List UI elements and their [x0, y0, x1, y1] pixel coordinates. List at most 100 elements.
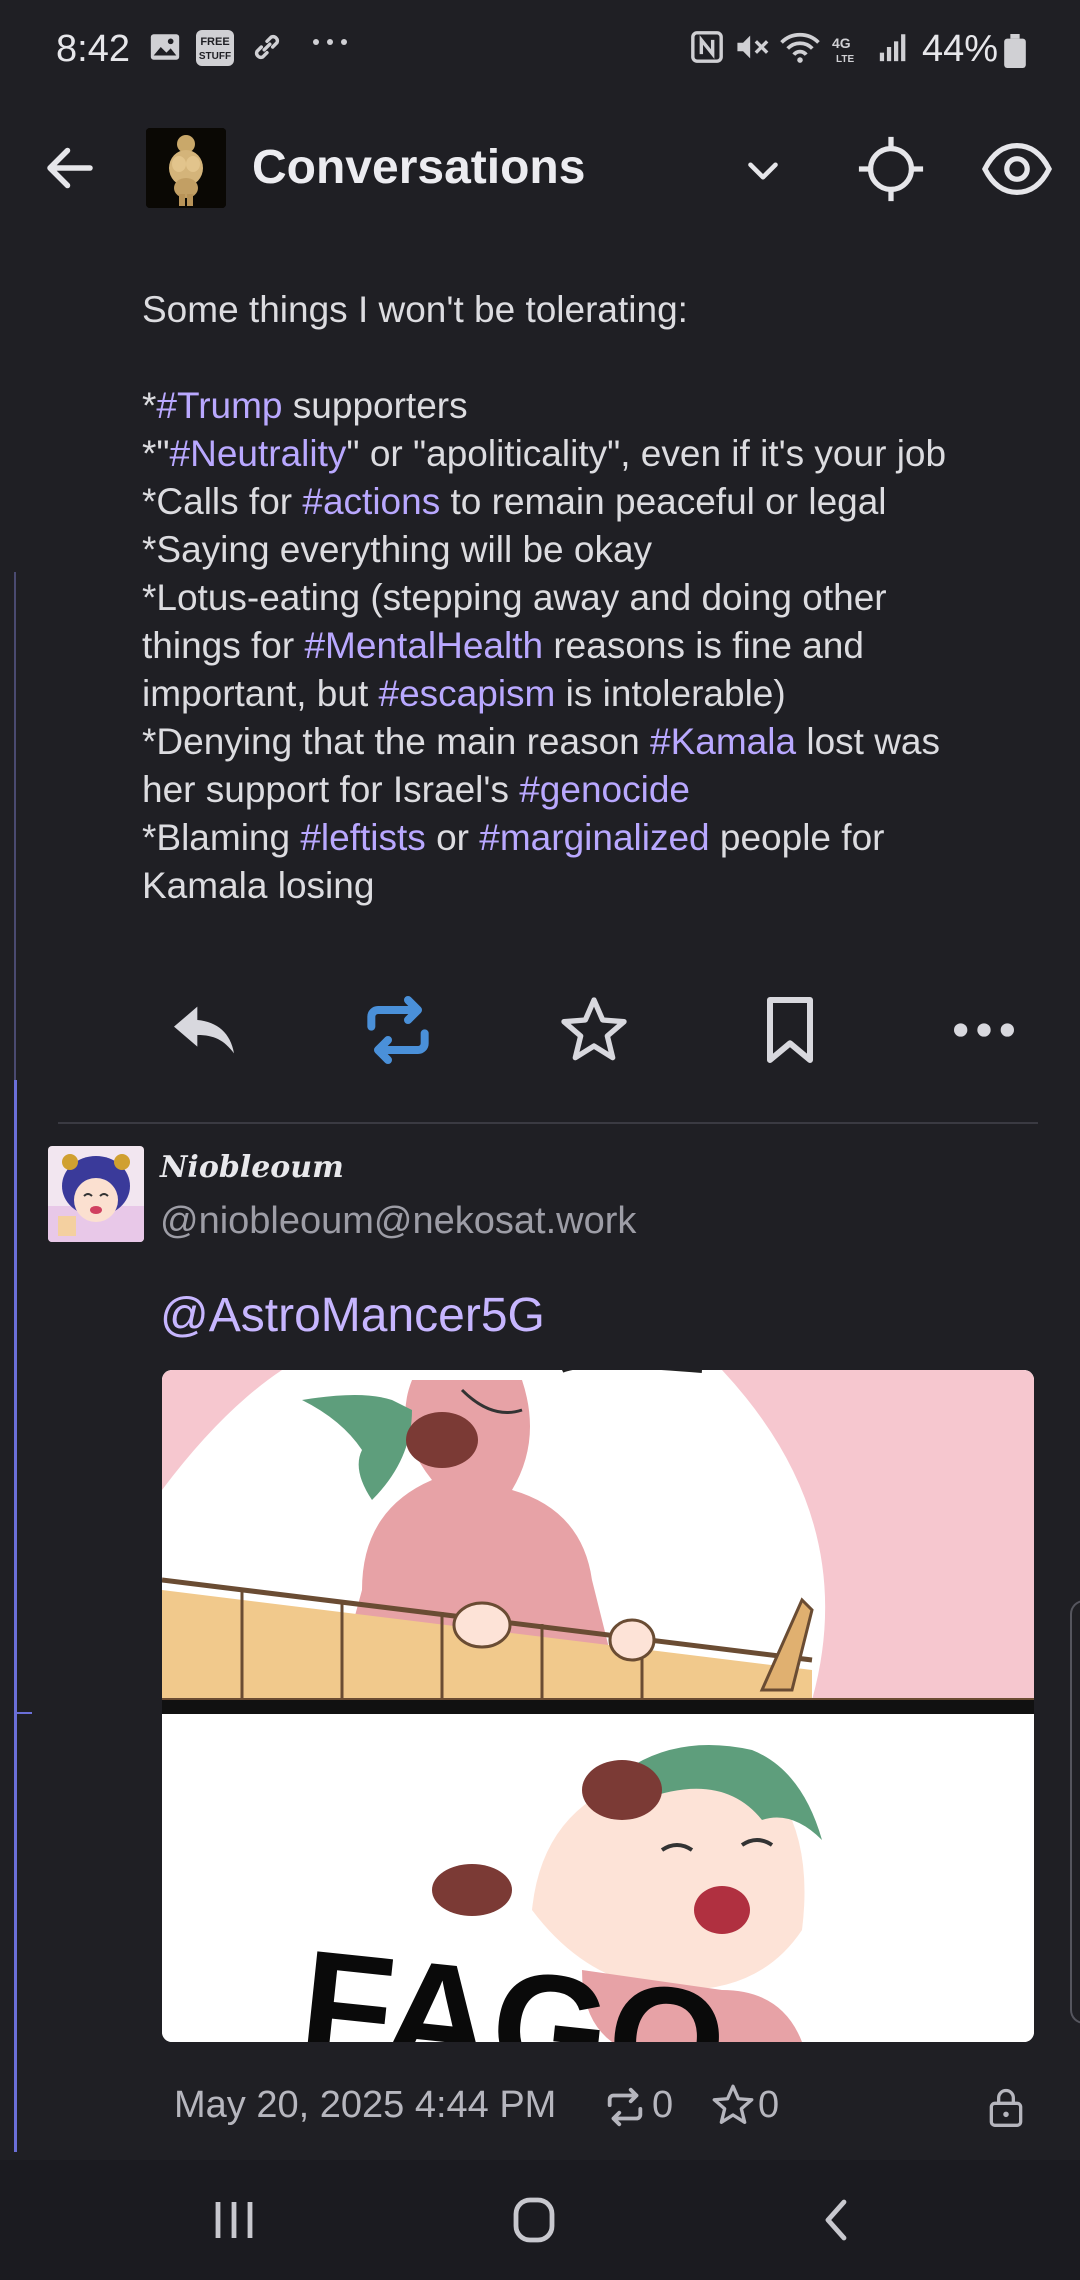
bookmark-button[interactable] [750, 990, 830, 1070]
boost-button[interactable] [358, 990, 438, 1070]
battery-percent: 44% [922, 28, 999, 70]
bookmark-icon [767, 997, 813, 1063]
favourite-button[interactable] [554, 990, 634, 1070]
favourite-star-icon [561, 997, 627, 1061]
eye-icon [981, 143, 1053, 195]
post-text: lost was [796, 721, 940, 762]
recent-apps-button[interactable] [194, 2190, 274, 2250]
crosshair-icon [858, 136, 924, 202]
favourite-count-icon [708, 2080, 758, 2135]
home-button[interactable] [494, 2190, 574, 2250]
nav-back-icon [825, 2199, 847, 2241]
reply-button[interactable] [164, 990, 244, 1070]
signal-icon [876, 30, 912, 73]
post-text: *Calls for [142, 481, 303, 522]
battery-icon [1004, 34, 1026, 77]
more-dots-icon [310, 22, 350, 61]
hashtag-link[interactable]: #marginalized [479, 817, 709, 858]
post-text: * [142, 385, 157, 426]
status-bar: 8:42 FREE STUFF 4G LTE 44% [0, 0, 1080, 100]
conversation-dropdown-button[interactable] [738, 146, 788, 196]
post-text: reasons is fine and [543, 625, 864, 666]
app-header: Conversations [0, 110, 1080, 230]
hashtag-link[interactable]: #escapism [379, 673, 556, 714]
post-divider [58, 1122, 1038, 1124]
post-line: *Blaming #leftists or #marginalized peop… [142, 814, 1042, 862]
reply-handle: @niobleoum@nekosat.work [160, 1200, 637, 1242]
free-stuff-icon: FREE STUFF [196, 30, 234, 75]
post-line: *Denying that the main reason #Kamala lo… [142, 718, 1042, 766]
visibility-lock [984, 2082, 1028, 2137]
post-text: *" [142, 433, 170, 474]
post-text: is intolerable) [555, 673, 786, 714]
4g-lte-icon: 4G LTE [830, 34, 864, 73]
hashtag-link[interactable]: #Neutrality [170, 433, 347, 474]
boost-count: 0 [652, 2084, 674, 2126]
post-action-bar [0, 980, 1080, 1080]
back-button[interactable] [40, 138, 110, 202]
hashtag-link[interactable]: #leftists [300, 817, 425, 858]
avatar[interactable] [48, 1146, 144, 1242]
visibility-button[interactable] [981, 134, 1062, 204]
thread-branch-marker [14, 1712, 32, 1714]
hashtag-link[interactable]: #actions [302, 481, 440, 522]
scroll-handle[interactable] [1070, 1600, 1080, 2024]
post-line: important, but #escapism is intolerable) [142, 670, 1042, 718]
post-text: *Blaming [142, 817, 301, 858]
post-text: *Denying that the main reason [142, 721, 651, 762]
post-line: *Calls for #actions to remain peaceful o… [142, 478, 1042, 526]
post-line: *#Trump supporters [142, 382, 1042, 430]
mute-icon [734, 30, 772, 73]
post-text: Kamala losing [142, 865, 375, 906]
post-date[interactable]: May 20, 2025 4:44 PM [174, 2084, 556, 2127]
system-nav-bar [0, 2160, 1080, 2280]
post-line: *Lotus-eating (stepping away and doing o… [142, 574, 1042, 622]
wifi-icon [780, 30, 820, 73]
post-line: Some things I won't be tolerating: [142, 286, 1042, 334]
reply-display-name[interactable]: Niobleoum [160, 1150, 344, 1185]
chevron-down-icon [748, 162, 778, 180]
thread-line [14, 1080, 17, 2152]
link-icon [250, 30, 284, 73]
hashtag-link[interactable]: #Trump [156, 385, 282, 426]
post-text: supporters [282, 385, 468, 426]
svg-text:LTE: LTE [836, 54, 854, 64]
post-text: " or "apoliticality", even if it's your … [346, 433, 947, 474]
svg-text:STUFF: STUFF [199, 51, 231, 62]
post-text: important, but [142, 673, 379, 714]
post-content: Some things I won't be tolerating: *#Tru… [142, 286, 1042, 910]
favourite-count: 0 [758, 2084, 780, 2126]
page-title: Conversations [252, 141, 586, 194]
post-line: Kamala losing [142, 862, 1042, 910]
mention-link[interactable]: @AstroMancer5G [160, 1288, 545, 1343]
reply-meta-row: May 20, 2025 4:44 PM 0 0 [0, 2070, 1080, 2140]
more-options-button[interactable] [944, 990, 1024, 1070]
back-arrow-icon [47, 147, 93, 189]
nfc-icon [690, 30, 724, 73]
boost-count-icon [602, 2082, 648, 2137]
hashtag-link[interactable]: #MentalHealth [304, 625, 543, 666]
post-text: or [425, 817, 480, 858]
post-text: her support for Israel's [142, 769, 520, 810]
hashtag-link[interactable]: #genocide [519, 769, 690, 810]
post-line: things for #MentalHealth reasons is fine… [142, 622, 1042, 670]
conversation-avatar[interactable] [146, 128, 226, 208]
boost-icon [367, 996, 429, 1064]
svg-text:FREE: FREE [200, 36, 229, 48]
image-icon [148, 30, 182, 73]
post-text: people for [709, 817, 885, 858]
post-text: things for [142, 625, 305, 666]
svg-text:4G: 4G [832, 35, 851, 51]
more-options-icon [954, 1023, 1014, 1037]
home-icon [513, 2197, 555, 2243]
hashtag-link[interactable]: #Kamala [650, 721, 796, 762]
post-line: *Saying everything will be okay [142, 526, 1042, 574]
nav-back-button[interactable] [798, 2190, 878, 2250]
scroll-to-target-button[interactable] [856, 134, 926, 204]
post-line: her support for Israel's #genocide [142, 766, 1042, 814]
post-text: Some things I won't be tolerating: [142, 289, 688, 330]
post-text: to remain peaceful or legal [440, 481, 887, 522]
star-icon [712, 2084, 754, 2124]
media-attachment[interactable]: FAGO [162, 1370, 1034, 2042]
